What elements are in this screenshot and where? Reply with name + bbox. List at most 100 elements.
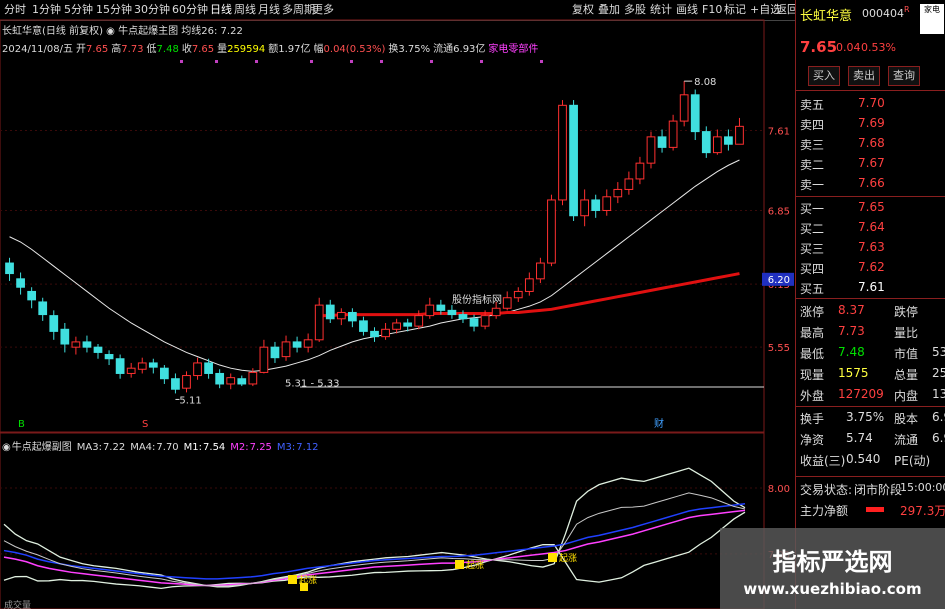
ask-label: 卖四 <box>800 118 825 132</box>
candle-body <box>613 188 623 198</box>
quote-row: 买一 7.65 <box>796 199 945 216</box>
cai-marker: 财 <box>654 417 664 430</box>
quote-row: 卖五 7.70 <box>796 95 945 112</box>
middle-label: 股份指标网 <box>452 293 502 306</box>
quote-row: 卖三 7.68 <box>796 135 945 152</box>
candle-body <box>735 125 744 145</box>
trade-state-label: 交易状态: <box>800 483 853 497</box>
price-change-pct: 0.53% <box>861 41 896 54</box>
quote-row: 换手 3.75% 股本 6.9 <box>796 409 945 426</box>
price-tick-label: 5.55 <box>768 343 790 354</box>
candle-body <box>148 362 158 368</box>
stat-value: 6.9 <box>932 431 945 445</box>
stat-value: 25 <box>932 366 945 380</box>
signal-label: 起涨 <box>466 560 484 571</box>
price-chart[interactable]: 7.616.856.155.556.208.007.008.085.115.31… <box>0 0 795 609</box>
candle-body <box>126 367 136 374</box>
candle-body <box>569 104 578 217</box>
current-price-label: 6.20 <box>768 275 790 286</box>
quote-row: 买四 7.62 <box>796 259 945 276</box>
candle-body <box>679 94 689 122</box>
s-marker: S <box>142 419 148 430</box>
query-button[interactable]: 查询 <box>888 66 920 86</box>
candle-body <box>370 330 379 338</box>
ask-label: 卖三 <box>800 138 825 152</box>
candle-body <box>657 136 667 148</box>
stat-value: 5.74 <box>846 431 873 445</box>
event-dot <box>255 60 258 63</box>
candle-body <box>480 315 490 327</box>
stat-label: 现量 <box>800 368 825 382</box>
event-dot <box>380 60 383 63</box>
candle-body <box>524 278 534 292</box>
signal-marker <box>455 560 464 569</box>
ma3-label: MA3: <box>76 442 102 453</box>
divider <box>796 298 945 299</box>
last-price: 7.65 <box>800 38 838 56</box>
event-dot <box>180 60 183 63</box>
divider <box>796 406 945 407</box>
sub-chart-name[interactable]: 牛点起爆副图 <box>12 442 72 453</box>
candle-body <box>115 358 125 374</box>
candle-body <box>469 318 479 327</box>
stat-label: 换手 <box>800 412 825 426</box>
candle-body <box>580 199 590 217</box>
code-suffix: R <box>904 5 910 14</box>
stat-label: PE(动) <box>894 454 931 468</box>
main-flow-label: 主力净额 <box>800 504 849 518</box>
candle-body <box>690 94 700 133</box>
low-price-label: 5.11 <box>179 395 201 406</box>
bid-price: 7.63 <box>858 240 885 254</box>
bid-price: 7.65 <box>858 200 885 214</box>
candle-body <box>237 378 247 385</box>
sub-frame <box>0 432 765 609</box>
sub-indicator-icon[interactable]: ◉ <box>2 442 11 453</box>
stat-label: 股本 <box>894 412 919 426</box>
candle-body <box>724 136 733 145</box>
candle-body <box>712 136 722 154</box>
m3-label: M3: <box>276 442 296 453</box>
main-frame <box>0 19 765 433</box>
candle-body <box>348 311 357 322</box>
event-dot <box>310 60 313 63</box>
ask-price: 7.70 <box>858 96 885 110</box>
signal-marker <box>288 575 297 584</box>
quote-row: 净资 5.74 流通 6.9 <box>796 430 945 447</box>
stat-label: 外盘 <box>800 389 825 403</box>
sell-button[interactable]: 卖出 <box>848 66 880 86</box>
stat-label: 流通 <box>894 433 919 447</box>
stat-label: 总量 <box>894 368 919 382</box>
candle-body <box>513 290 523 299</box>
bid-label: 买一 <box>800 202 825 216</box>
bid-label: 买三 <box>800 242 825 256</box>
trade-state-row: 交易状态: 闭市阶段 15:00:00 <box>796 480 945 497</box>
ask-label: 卖一 <box>800 178 825 192</box>
stat-value: 132 <box>932 387 945 401</box>
candle-body <box>591 199 601 211</box>
price-tick-label: 6.85 <box>768 206 790 217</box>
candle-body <box>502 297 512 309</box>
candle-body <box>193 362 202 377</box>
candle-body <box>325 304 335 320</box>
quote-row: 买五 7.61 <box>796 279 945 296</box>
candle-body <box>281 341 291 358</box>
range-label: 5.31 - 5.33 <box>285 378 340 389</box>
main-flow-row: 主力净额 297.3万 <box>796 501 945 518</box>
price-tick-label: 7.61 <box>768 127 790 138</box>
quote-row: 收益(三) 0.540 PE(动) <box>796 451 945 468</box>
event-dot <box>215 60 218 63</box>
event-dot <box>540 60 543 63</box>
signal-marker <box>548 553 557 562</box>
candle-body <box>403 322 413 327</box>
bid-price: 7.61 <box>858 280 885 294</box>
candle-body <box>491 307 501 317</box>
candle-body <box>27 290 37 301</box>
candle-body <box>5 262 14 275</box>
stat-value: 3.75% <box>846 410 885 424</box>
ask-price: 7.69 <box>858 116 885 130</box>
m1-value: 7.54 <box>203 442 226 453</box>
corner-tag[interactable]: 家电 <box>920 4 944 34</box>
candle-body <box>602 196 612 211</box>
candle-body <box>701 131 711 154</box>
buy-button[interactable]: 买入 <box>808 66 840 86</box>
